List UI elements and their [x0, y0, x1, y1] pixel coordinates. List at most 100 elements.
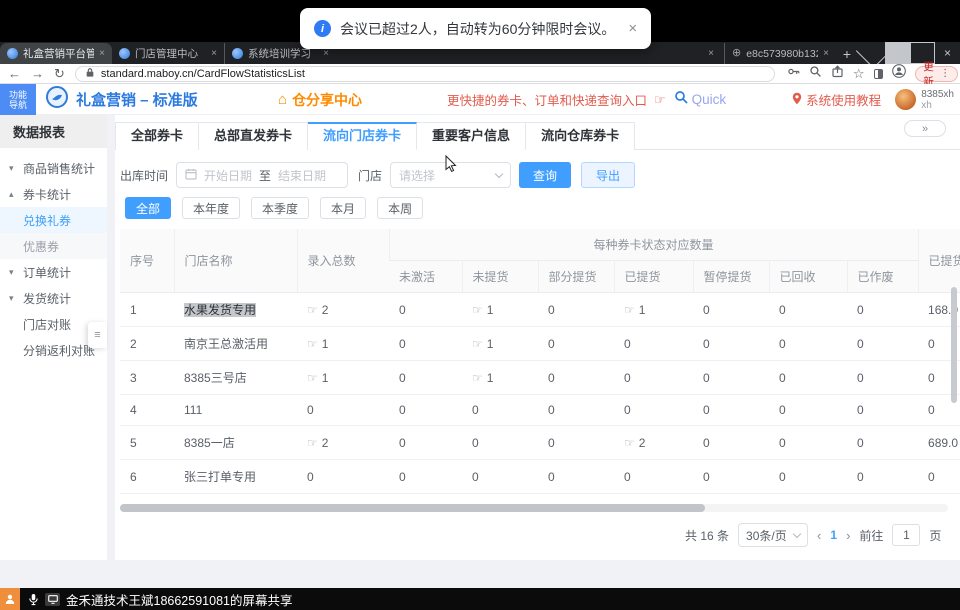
amount-cell: 689.0: [918, 426, 960, 460]
table-row: 6张三打单专用000000000: [120, 460, 960, 494]
zoom-icon[interactable]: [809, 65, 822, 83]
sidebar-item[interactable]: ▾商品销售统计: [0, 155, 107, 181]
count-link[interactable]: ☞2: [307, 436, 328, 450]
current-page[interactable]: 1: [830, 528, 837, 542]
goto-page-input[interactable]: 1: [892, 524, 920, 546]
info-icon: i: [314, 20, 331, 37]
menu-dots-icon[interactable]: ⋮: [940, 68, 950, 79]
quick-filter-button[interactable]: 本月: [320, 197, 366, 219]
quick-search[interactable]: Quick: [674, 90, 727, 109]
count-link[interactable]: ☞1: [472, 303, 493, 317]
sidebar-item[interactable]: ▾订单统计: [0, 259, 107, 285]
pointer-icon: ☞: [307, 436, 318, 450]
count-link[interactable]: ☞2: [307, 303, 328, 317]
count-link[interactable]: ☞1: [472, 337, 493, 351]
count-link[interactable]: ☞2: [624, 436, 645, 450]
quick-filter-button[interactable]: 本周: [377, 197, 423, 219]
store-filter-label: 门店: [358, 167, 382, 184]
table-cell: 0: [297, 460, 389, 494]
col-store-name: 门店名称: [174, 229, 297, 293]
close-icon[interactable]: ×: [99, 48, 105, 59]
next-page-button[interactable]: ›: [846, 528, 850, 543]
window-menu-icon[interactable]: [860, 42, 885, 64]
search-icon: [674, 90, 688, 109]
tab-active[interactable]: 流向门店券卡: [308, 122, 417, 150]
browser-tab[interactable]: ⊕e8c573980b1328a258fd2e6×: [724, 43, 836, 64]
sidebar-collapse-handle[interactable]: ≡: [88, 322, 107, 348]
brand-favicon: [232, 48, 243, 59]
count-value: 2: [322, 303, 329, 317]
table-cell: 0: [769, 361, 847, 395]
count-link[interactable]: ☞1: [307, 337, 328, 351]
page-size-select[interactable]: 30条/页: [738, 523, 808, 547]
key-icon[interactable]: [787, 65, 800, 83]
close-icon[interactable]: ×: [823, 48, 829, 59]
collapse-panel-button[interactable]: »: [904, 120, 946, 137]
function-nav-button[interactable]: 功能 导航: [0, 84, 36, 115]
count-link[interactable]: ☞1: [307, 371, 328, 385]
browser-tab[interactable]: 门店管理中心×: [112, 43, 224, 64]
screen-share-icon[interactable]: [45, 593, 60, 606]
query-button[interactable]: 查询: [519, 162, 571, 188]
sidebar-item[interactable]: 优惠券: [0, 233, 107, 259]
chevron-down-icon: [793, 529, 801, 537]
table-cell: 0: [614, 460, 693, 494]
user-avatar[interactable]: [895, 89, 916, 110]
sidebar-item-label: 券卡统计: [23, 186, 71, 203]
tab-item[interactable]: 流向仓库券卡: [526, 122, 635, 150]
url-text: standard.maboy.cn/CardFlowStatisticsList: [101, 68, 305, 80]
count-link[interactable]: ☞1: [624, 303, 645, 317]
meeting-notification: i 会议已超过2人，自动转为60分钟限时会议。 ×: [300, 8, 651, 49]
col-status: 暂停提货: [693, 261, 769, 293]
date-range-input[interactable]: 开始日期 至 结束日期: [176, 162, 348, 188]
close-icon[interactable]: ×: [628, 20, 637, 37]
export-button[interactable]: 导出: [581, 162, 635, 188]
globe-favicon: ⊕: [732, 48, 741, 59]
profile-icon[interactable]: [892, 64, 906, 83]
horizontal-scrollbar[interactable]: [120, 504, 948, 512]
sidebar-item-label: 订单统计: [23, 264, 71, 281]
tutorial-link[interactable]: 系统使用教程: [792, 90, 881, 109]
quick-filter-button[interactable]: 本季度: [251, 197, 309, 219]
share-center-link[interactable]: ⌂ 仓分享中心: [278, 84, 362, 115]
filter-row: 出库时间 开始日期 至 结束日期 门店 请选择 查询: [120, 162, 960, 188]
table-cell: ☞2: [297, 293, 389, 327]
side-panel-icon[interactable]: [874, 69, 884, 79]
close-icon[interactable]: ×: [323, 48, 329, 59]
bookmark-star-icon[interactable]: ☆: [853, 67, 865, 80]
window-close-icon[interactable]: ×: [935, 42, 960, 64]
microphone-icon[interactable]: [28, 593, 39, 606]
new-tab-button[interactable]: +: [836, 43, 858, 64]
tab-item[interactable]: 总部直发券卡: [199, 122, 308, 150]
browser-toolbar: ← → ↻ standard.maboy.cn/CardFlowStatisti…: [0, 64, 960, 84]
forward-icon[interactable]: →: [31, 67, 44, 80]
store-name: 张三打单专用: [184, 470, 256, 484]
quick-filter-button[interactable]: 本年度: [182, 197, 240, 219]
chrome-update-button[interactable]: 更新 ⋮: [915, 66, 958, 82]
sidebar-item[interactable]: 兑换礼券: [0, 207, 107, 233]
vertical-scrollbar[interactable]: [951, 287, 957, 403]
brand-logo[interactable]: [46, 86, 68, 113]
tab-item[interactable]: 全部券卡: [115, 122, 199, 150]
table-cell: 0: [614, 327, 693, 361]
address-bar[interactable]: standard.maboy.cn/CardFlowStatisticsList: [75, 66, 775, 82]
sidebar-item[interactable]: ▾发货统计: [0, 285, 107, 311]
table-cell: 0: [847, 361, 918, 395]
scrollbar-thumb[interactable]: [120, 504, 705, 512]
store-name: 8385一店: [184, 436, 235, 450]
share-icon[interactable]: [831, 65, 844, 83]
quick-filter-button[interactable]: 全部: [125, 197, 171, 219]
browser-tab[interactable]: 礼盒营销平台管理中心×: [0, 43, 112, 64]
close-icon[interactable]: ×: [708, 48, 714, 59]
sidebar-item-label: 兑换礼券: [23, 212, 71, 229]
tab-item[interactable]: 重要客户信息: [417, 122, 526, 150]
row-index: 6: [120, 460, 174, 494]
back-icon[interactable]: ←: [8, 67, 21, 80]
reload-icon[interactable]: ↻: [54, 67, 65, 80]
count-link[interactable]: ☞1: [472, 371, 493, 385]
house-icon: ⌂: [278, 92, 287, 107]
table-cell: 0: [693, 293, 769, 327]
close-icon[interactable]: ×: [211, 48, 217, 59]
prev-page-button[interactable]: ‹: [817, 528, 821, 543]
sidebar-item[interactable]: ▴券卡统计: [0, 181, 107, 207]
